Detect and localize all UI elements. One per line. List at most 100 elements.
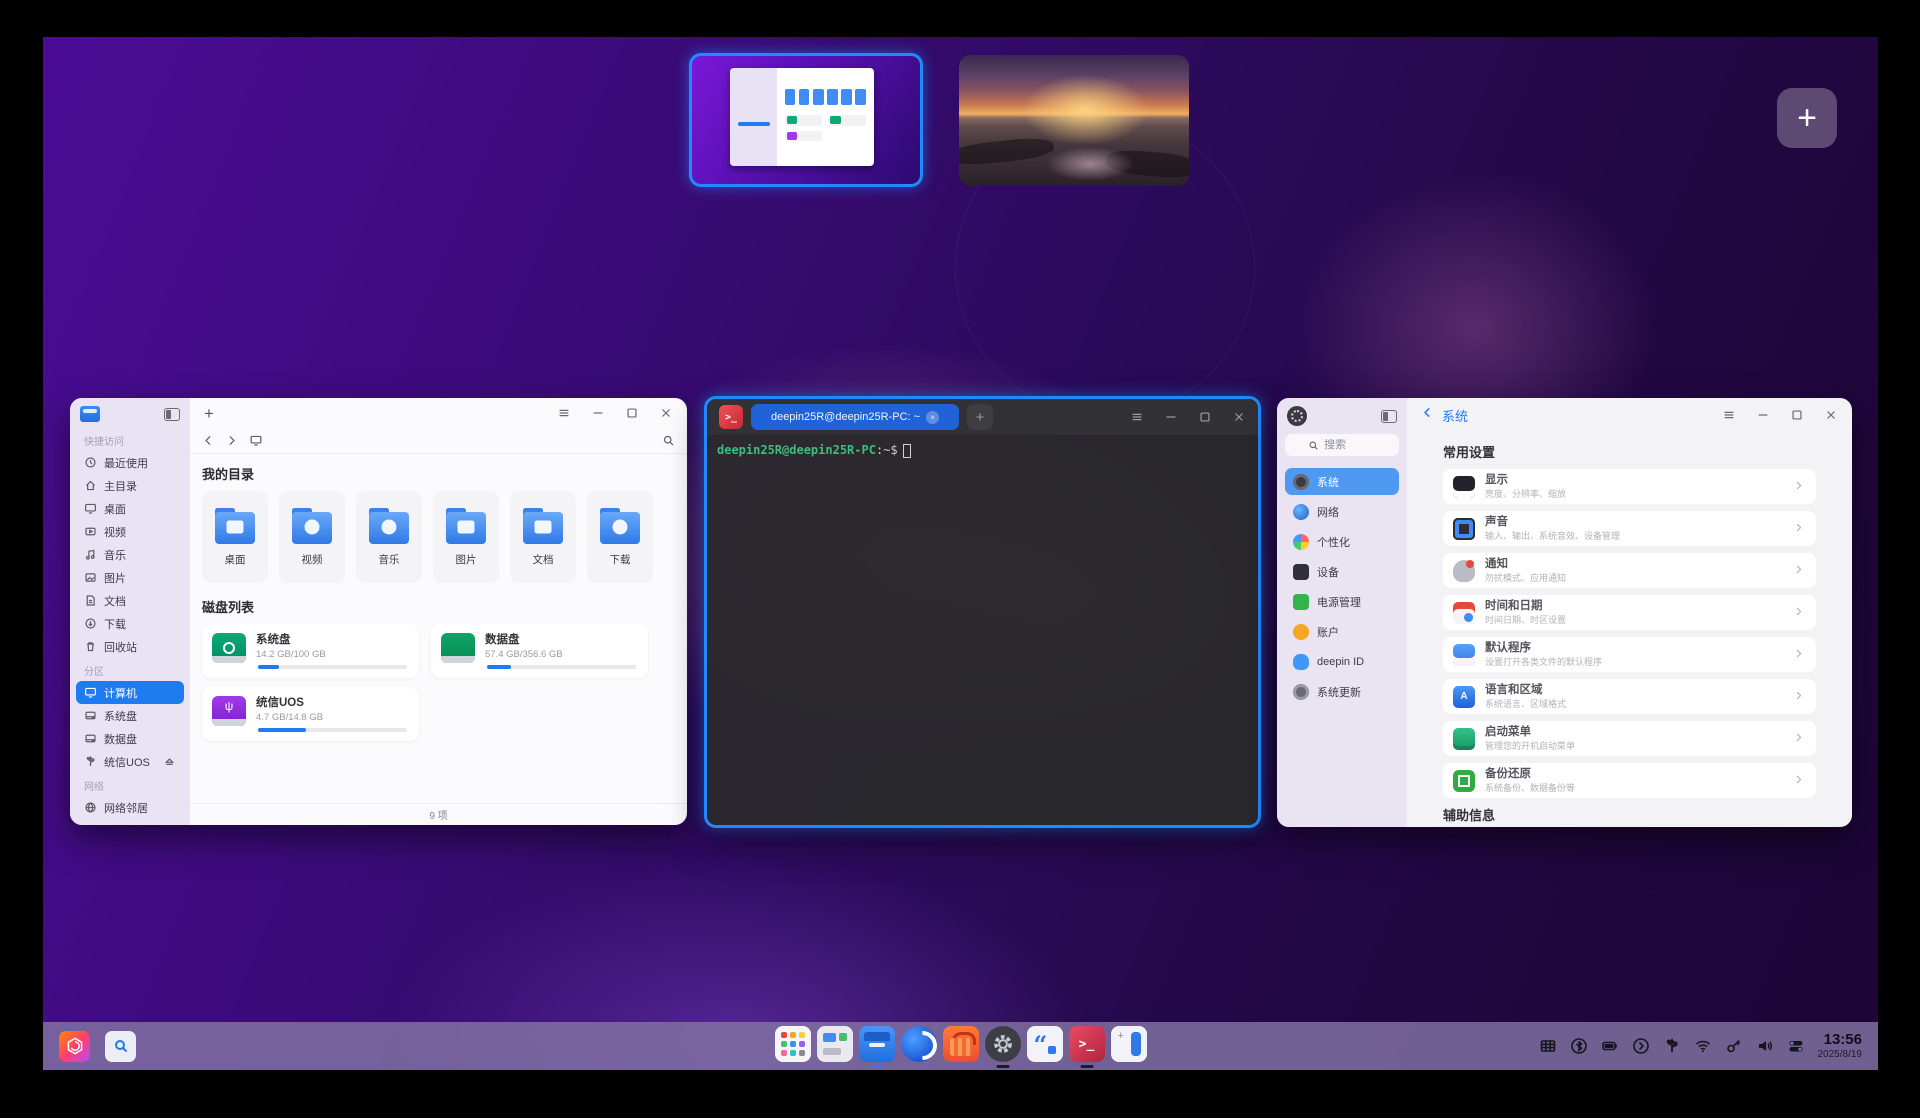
menu-icon[interactable] — [1130, 410, 1144, 424]
bluetooth-icon[interactable] — [1570, 1037, 1588, 1055]
setting-default-apps[interactable]: 默认程序设置打开各类文件的默认程序 — [1443, 637, 1816, 672]
clock[interactable]: 13:56 2025/8/19 — [1818, 1032, 1863, 1060]
grand-search-icon[interactable] — [105, 1031, 136, 1062]
input-grid-tray-icon[interactable] — [1539, 1037, 1557, 1055]
minimize-icon[interactable] — [591, 406, 605, 420]
desktop-overview[interactable]: + 快捷访问 最近使用 主目录 桌面 视频 音乐 图片 文档 下载 回收站 分区… — [43, 37, 1878, 1070]
sidebar-item-data-disk[interactable]: 数据盘 — [76, 727, 184, 750]
dock-terminal[interactable]: >_ — [1069, 1026, 1105, 1062]
sidebar-item-devices[interactable]: 设备 — [1285, 558, 1399, 585]
breadcrumb-computer-icon[interactable] — [248, 434, 264, 447]
dock-file-manager[interactable] — [859, 1026, 895, 1062]
setting-backup-restore[interactable]: 备份还原系统备份、数据备份等 — [1443, 763, 1816, 798]
battery-icon[interactable] — [1601, 1037, 1619, 1055]
terminal-window[interactable]: >_ deepin25R@deepin25R-PC: ~ × + deepin2… — [704, 396, 1261, 828]
minimize-icon[interactable] — [1756, 408, 1770, 422]
dock-calculator[interactable] — [1111, 1026, 1147, 1062]
setting-time-date[interactable]: 时间和日期时间日期、时区设置 — [1443, 595, 1816, 630]
control-center-window[interactable]: 系统 网络 个性化 设备 电源管理 账户 deepin ID 系统更新 系统 常 — [1277, 398, 1852, 827]
setting-notifications[interactable]: 通知勿扰模式、应用通知 — [1443, 553, 1816, 588]
back-button[interactable] — [1421, 406, 1434, 424]
maximize-icon[interactable] — [625, 406, 639, 420]
sidebar-item-desktop[interactable]: 桌面 — [76, 497, 184, 520]
sidebar-item-uos-usb[interactable]: 统信UOS — [76, 750, 184, 773]
dock-browser[interactable] — [901, 1026, 937, 1062]
disk-system[interactable]: 系统盘 14.2 GB/100 GB — [202, 624, 419, 678]
sidebar-item-network[interactable]: 网络 — [1285, 498, 1399, 525]
search-icon[interactable] — [662, 434, 675, 447]
sidebar-item-downloads[interactable]: 下载 — [76, 612, 184, 635]
sidebar-item-system-disk[interactable]: 系统盘 — [76, 704, 184, 727]
accounts-icon — [1293, 624, 1309, 640]
folder-documents[interactable]: 文档 — [510, 491, 576, 583]
workspace-thumbnail-1[interactable] — [689, 53, 923, 187]
sidebar-item-system[interactable]: 系统 — [1285, 468, 1399, 495]
file-manager-window[interactable]: 快捷访问 最近使用 主目录 桌面 视频 音乐 图片 文档 下载 回收站 分区 计… — [70, 398, 687, 825]
dock-multitasking-view[interactable] — [817, 1026, 853, 1062]
toggles-icon[interactable] — [1787, 1037, 1805, 1055]
sidebar-item-recent[interactable]: 最近使用 — [76, 451, 184, 474]
sidebar-item-music[interactable]: 音乐 — [76, 543, 184, 566]
sidebar-item-trash[interactable]: 回收站 — [76, 635, 184, 658]
sidebar-item-computer[interactable]: 计算机 — [76, 681, 184, 704]
search-icon — [113, 1038, 129, 1054]
back-icon[interactable] — [202, 434, 215, 447]
menu-icon[interactable] — [1722, 408, 1736, 422]
sidebar-item-videos[interactable]: 视频 — [76, 520, 184, 543]
folder-downloads[interactable]: 下载 — [587, 491, 653, 583]
volume-icon[interactable] — [1756, 1037, 1774, 1055]
keyboard-layout-key-icon[interactable] — [1725, 1037, 1743, 1055]
close-icon[interactable] — [659, 406, 673, 420]
tab-close-icon[interactable]: × — [926, 411, 939, 424]
sidebar-item-power[interactable]: 电源管理 — [1285, 588, 1399, 615]
dock-app-grid[interactable] — [775, 1026, 811, 1062]
desktop-icon — [84, 502, 97, 515]
setting-language-region[interactable]: A 语言和区域系统语言、区域格式 — [1443, 679, 1816, 714]
disk-uos-usb[interactable]: ψ 统信UOS 4.7 GB/14.8 GB — [202, 687, 419, 741]
launcher-icon[interactable] — [59, 1031, 90, 1062]
documents-icon — [84, 594, 97, 607]
sidebar-item-personalization[interactable]: 个性化 — [1285, 528, 1399, 555]
search-box[interactable] — [1285, 434, 1399, 456]
sidebar-item-documents[interactable]: 文档 — [76, 589, 184, 612]
wifi-icon[interactable] — [1694, 1037, 1712, 1055]
close-icon[interactable] — [1824, 408, 1838, 422]
disk-data[interactable]: 数据盘 57.4 GB/356.6 GB — [431, 624, 648, 678]
sidebar-item-system-update[interactable]: 系统更新 — [1285, 678, 1399, 705]
sidebar-toggle-icon[interactable] — [164, 408, 180, 421]
sidebar-item-deepin-id[interactable]: deepin ID — [1285, 648, 1399, 675]
folder-pictures[interactable]: 图片 — [433, 491, 499, 583]
menu-icon[interactable] — [557, 406, 571, 420]
maximize-icon[interactable] — [1198, 410, 1212, 424]
maximize-icon[interactable] — [1790, 408, 1804, 422]
sidebar-toggle-icon[interactable] — [1381, 410, 1397, 423]
setting-display[interactable]: 显示亮度、分辨率、缩放 — [1443, 469, 1816, 504]
folder-music[interactable]: 音乐 — [356, 491, 422, 583]
new-tab-button[interactable]: + — [967, 404, 993, 430]
sidebar-item-home[interactable]: 主目录 — [76, 474, 184, 497]
terminal-titlebar: >_ deepin25R@deepin25R-PC: ~ × + — [707, 399, 1258, 435]
sidebar-item-accounts[interactable]: 账户 — [1285, 618, 1399, 645]
new-tab-button[interactable]: + — [204, 405, 214, 422]
minimize-icon[interactable] — [1164, 410, 1178, 424]
control-center-app-icon — [1287, 406, 1307, 426]
dock-app-store[interactable] — [943, 1026, 979, 1062]
terminal-screen[interactable]: deepin25R@deepin25R-PC:~$ — [707, 435, 1258, 466]
dock-text-editor[interactable] — [1027, 1026, 1063, 1062]
add-workspace-button[interactable]: + — [1777, 88, 1837, 148]
terminal-tab[interactable]: deepin25R@deepin25R-PC: ~ × — [751, 404, 959, 430]
forward-icon[interactable] — [225, 434, 238, 447]
eject-icon[interactable] — [163, 755, 176, 768]
workspace-thumbnail-2[interactable] — [959, 55, 1189, 186]
onboard-chevron-icon[interactable] — [1632, 1037, 1650, 1055]
sidebar-item-network-neighborhood[interactable]: 网络邻居 — [76, 796, 184, 819]
search-input[interactable] — [1324, 439, 1376, 451]
close-icon[interactable] — [1232, 410, 1246, 424]
folder-desktop[interactable]: 桌面 — [202, 491, 268, 583]
usb-icon[interactable] — [1663, 1037, 1681, 1055]
setting-boot-menu[interactable]: 启动菜单管理您的开机启动菜单 — [1443, 721, 1816, 756]
folder-videos[interactable]: 视频 — [279, 491, 345, 583]
sidebar-item-pictures[interactable]: 图片 — [76, 566, 184, 589]
dock-control-center[interactable] — [985, 1026, 1021, 1062]
setting-sound[interactable]: 声音输入、输出、系统音效、设备管理 — [1443, 511, 1816, 546]
